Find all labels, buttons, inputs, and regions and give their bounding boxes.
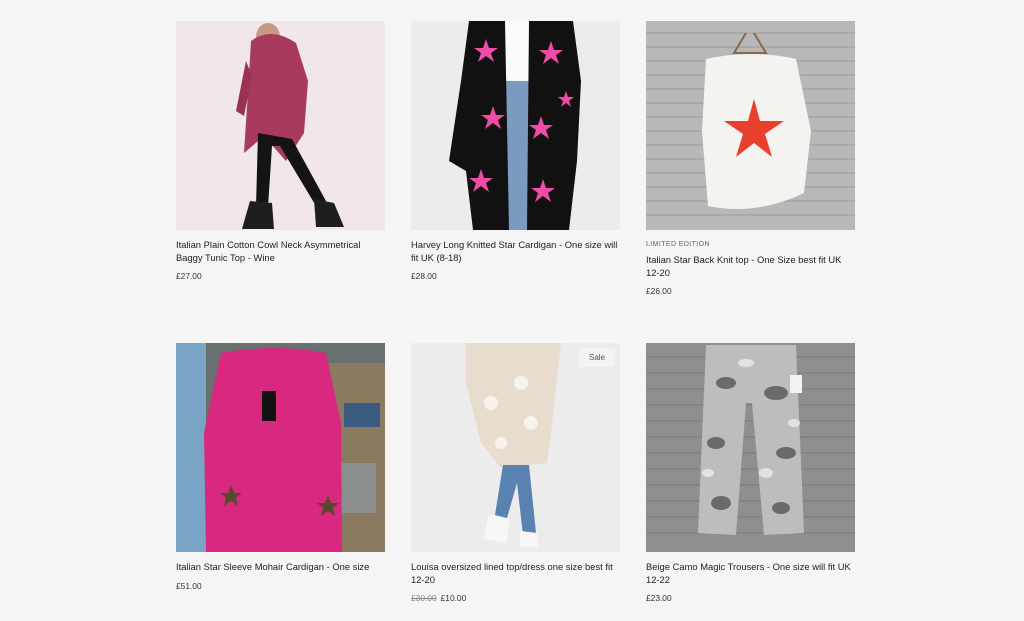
product-photo-star-knit-top (646, 21, 855, 230)
product-image[interactable] (646, 343, 855, 552)
original-price: £30.00 (411, 593, 437, 603)
product-price: £27.00 (176, 271, 202, 281)
limited-edition-label: LIMITED EDITION (646, 241, 710, 248)
product-image[interactable] (176, 343, 385, 552)
product-image[interactable] (411, 21, 620, 230)
product-title[interactable]: Beige Camo Magic Trousers - One size wil… (646, 561, 855, 586)
product-price: £30.00 £10.00 (411, 593, 620, 603)
sale-price: £10.00 (440, 593, 467, 603)
product-photo-wine-tunic (176, 21, 385, 230)
product-card: LIMITED EDITION Italian Star Back Knit t… (646, 21, 855, 343)
product-card: Sale Louisa oversized lined top/dress on… (411, 343, 620, 621)
product-title[interactable]: Italian Plain Cotton Cowl Neck Asymmetri… (176, 239, 385, 264)
product-card: Harvey Long Knitted Star Cardigan - One … (411, 21, 620, 343)
product-image[interactable] (176, 21, 385, 230)
product-title[interactable]: Italian Star Sleeve Mohair Cardigan - On… (176, 561, 385, 574)
product-photo-oversized-top (411, 343, 620, 552)
product-price: £23.00 (646, 593, 672, 603)
product-grid: Italian Plain Cotton Cowl Neck Asymmetri… (176, 21, 855, 621)
product-title[interactable]: Italian Star Back Knit top - One Size be… (646, 254, 855, 279)
product-image[interactable]: Sale (411, 343, 620, 552)
product-price: £28.00 (411, 271, 437, 281)
product-price: £51.00 (176, 580, 202, 591)
product-photo-camo-trousers (646, 343, 855, 552)
product-card: Italian Star Sleeve Mohair Cardigan - On… (176, 343, 385, 621)
product-image[interactable] (646, 21, 855, 230)
sale-badge: Sale (578, 348, 615, 367)
product-price: £26.00 (646, 286, 672, 296)
product-title[interactable]: Louisa oversized lined top/dress one siz… (411, 561, 620, 586)
product-photo-mohair-cardigan (176, 343, 385, 552)
product-photo-star-cardigan (411, 21, 620, 230)
product-card: Italian Plain Cotton Cowl Neck Asymmetri… (176, 21, 385, 343)
product-card: Beige Camo Magic Trousers - One size wil… (646, 343, 855, 621)
product-title[interactable]: Harvey Long Knitted Star Cardigan - One … (411, 239, 620, 264)
